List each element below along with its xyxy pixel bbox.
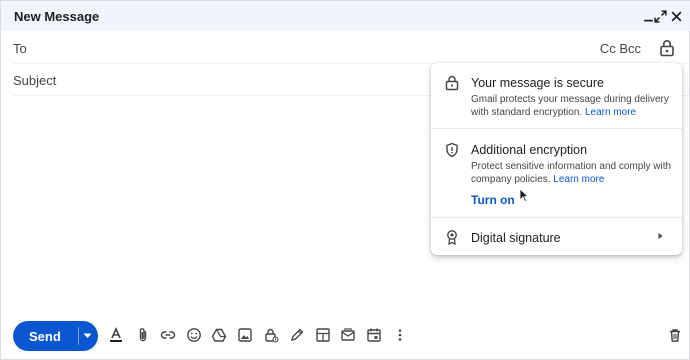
schedule-button[interactable]: [365, 326, 383, 344]
confidential-mode-button[interactable]: [262, 326, 280, 344]
layout-icon: [316, 328, 330, 342]
cc-bcc-button[interactable]: Cc Bcc: [600, 41, 641, 56]
secure-title: Your message is secure: [471, 76, 604, 90]
more-options-button[interactable]: [391, 326, 409, 344]
secure-section: Your message is secure Gmail protects yo…: [431, 63, 682, 129]
lock-icon[interactable]: [659, 39, 675, 57]
signature-button[interactable]: [288, 326, 306, 344]
photo-icon: [238, 328, 252, 342]
shield-icon: [446, 142, 458, 158]
insert-photo-button[interactable]: [236, 326, 254, 344]
certificate-icon: [447, 230, 457, 245]
discard-draft-button[interactable]: [666, 326, 684, 344]
more-icon: [398, 329, 402, 341]
digital-signature-row[interactable]: Digital signature: [431, 218, 682, 255]
format-text-icon: [110, 327, 122, 342]
send-label: Send: [29, 329, 61, 344]
fullscreen-icon: [653, 9, 667, 23]
mouse-cursor-icon: [519, 188, 529, 202]
emoji-button[interactable]: [185, 326, 203, 344]
send-options-chevron-icon[interactable]: [83, 333, 92, 339]
lock-icon: [445, 75, 459, 91]
delete-icon: [670, 329, 680, 342]
insert-link-button[interactable]: [159, 326, 177, 344]
drive-icon: [211, 328, 227, 342]
emoji-icon: [187, 328, 201, 342]
email-template-icon: [341, 328, 355, 341]
signature-icon: [290, 328, 304, 342]
compose-toolbar: Send: [1, 319, 690, 355]
compose-window: New Message To Cc Bcc Subject Your messa…: [0, 0, 690, 360]
digital-signature-title: Digital signature: [471, 231, 561, 245]
close-icon: [671, 11, 681, 21]
to-field[interactable]: To Cc Bcc: [13, 32, 689, 64]
additional-learn-more-link[interactable]: Learn more: [553, 174, 604, 185]
link-icon: [160, 331, 176, 339]
layout-button[interactable]: [314, 326, 332, 344]
subject-placeholder: Subject: [13, 73, 57, 88]
drive-button[interactable]: [210, 326, 228, 344]
secure-learn-more-link[interactable]: Learn more: [585, 107, 636, 118]
additional-encryption-title: Additional encryption: [471, 143, 588, 157]
secure-description: Gmail protects your message during deliv…: [471, 93, 676, 119]
secure-desc-text: Gmail protects your message during deliv…: [471, 94, 669, 118]
schedule-icon: [367, 328, 381, 342]
additional-encryption-section: Additional encryption Protect sensitive …: [431, 129, 682, 218]
attach-icon: [139, 328, 147, 342]
compose-title: New Message: [14, 9, 100, 24]
to-label: To: [13, 41, 27, 56]
additional-encryption-description: Protect sensitive information and comply…: [471, 160, 676, 186]
send-button[interactable]: Send: [13, 321, 98, 351]
encryption-panel: Your message is secure Gmail protects yo…: [431, 63, 682, 255]
close-button[interactable]: [666, 5, 686, 27]
format-text-button[interactable]: [107, 326, 125, 344]
turn-on-button[interactable]: Turn on: [471, 193, 515, 207]
attach-button[interactable]: [134, 326, 152, 344]
send-divider: [78, 327, 79, 345]
email-template-button[interactable]: [339, 326, 357, 344]
compose-titlebar: New Message: [1, 1, 690, 31]
confidential-icon: [265, 328, 279, 343]
chevron-right-icon: [658, 233, 663, 239]
